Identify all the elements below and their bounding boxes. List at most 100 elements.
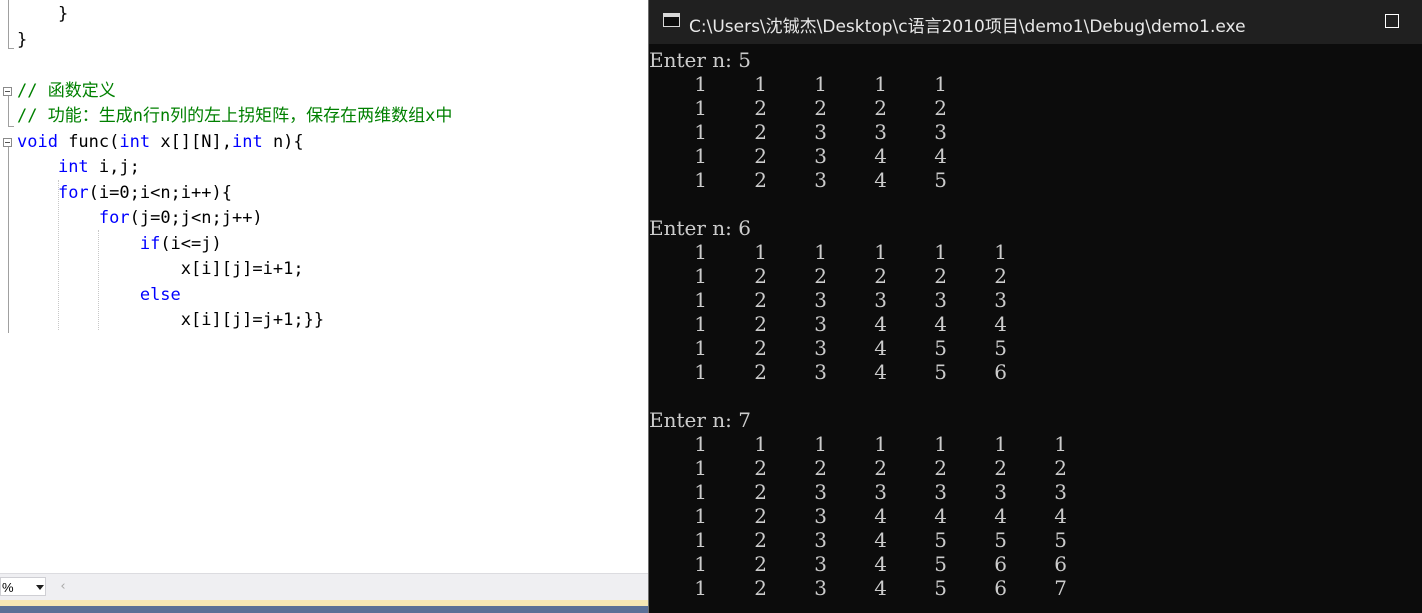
console-window[interactable]: C:\Users\沈铖杰\Desktop\c语言2010项目\demo1\Deb… <box>648 0 1422 613</box>
outline-end-tick <box>8 48 14 49</box>
matrix-cell: 6 <box>994 552 1007 576</box>
matrix-cell: 4 <box>874 312 887 336</box>
matrix-cell: 3 <box>814 336 827 360</box>
matrix-cell: 5 <box>934 576 947 600</box>
matrix-cell: 6 <box>1054 552 1067 576</box>
code-line[interactable]: // 功能：生成n行n列的左上拐矩阵，保存在两维数组x中 <box>17 104 452 129</box>
code-line[interactable]: } <box>17 28 27 53</box>
matrix-cell: 1 <box>694 96 707 120</box>
matrix-cell: 5 <box>934 360 947 384</box>
console-prompt-line: Enter n: 5 <box>649 48 751 72</box>
matrix-cell: 2 <box>934 264 947 288</box>
outline-end-tick <box>8 126 14 127</box>
matrix-cell: 4 <box>874 576 887 600</box>
matrix-cell: 1 <box>694 552 707 576</box>
matrix-cell: 4 <box>874 144 887 168</box>
matrix-cell: 2 <box>754 456 767 480</box>
matrix-cell: 2 <box>754 336 767 360</box>
matrix-cell: 3 <box>814 144 827 168</box>
code-line[interactable]: int i,j; <box>17 155 140 180</box>
code-line[interactable]: void func(int x[][N],int n){ <box>17 130 304 155</box>
matrix-cell: 1 <box>874 240 887 264</box>
code-comment: // 功能：生成n行n列的左上拐矩阵，保存在两维数组x中 <box>17 106 453 126</box>
matrix-cell: 1 <box>694 528 707 552</box>
matrix-cell: 3 <box>814 480 827 504</box>
matrix-cell: 5 <box>1054 528 1067 552</box>
matrix-cell: 1 <box>874 432 887 456</box>
matrix-cell: 4 <box>1054 504 1067 528</box>
matrix-cell: 2 <box>754 360 767 384</box>
zoom-dropdown[interactable]: % <box>0 577 46 596</box>
matrix-cell: 1 <box>694 504 707 528</box>
matrix-cell: 1 <box>694 120 707 144</box>
matrix-cell: 2 <box>874 264 887 288</box>
console-prompt-line: Enter n: 6 <box>649 216 751 240</box>
matrix-cell: 1 <box>694 432 707 456</box>
code-line[interactable]: else <box>17 283 181 308</box>
code-line[interactable]: for(i=0;i<n;i++){ <box>17 181 232 206</box>
matrix-cell: 3 <box>814 312 827 336</box>
code-text: } <box>57 4 69 24</box>
matrix-cell: 3 <box>814 576 827 600</box>
outline-line <box>8 147 9 333</box>
code-line[interactable]: x[i][j]=j+1;}} <box>17 308 324 333</box>
matrix-cell: 2 <box>754 168 767 192</box>
matrix-cell: 2 <box>754 480 767 504</box>
maximize-icon[interactable] <box>1385 14 1399 28</box>
matrix-cell: 1 <box>754 72 767 96</box>
matrix-cell: 3 <box>1054 480 1067 504</box>
code-line[interactable]: } <box>17 2 68 27</box>
collapse-icon[interactable] <box>3 138 12 147</box>
matrix-cell: 4 <box>994 504 1007 528</box>
console-title-bar[interactable]: C:\Users\沈铖杰\Desktop\c语言2010项目\demo1\Deb… <box>649 0 1422 44</box>
matrix-cell: 6 <box>994 360 1007 384</box>
matrix-cell: 3 <box>814 504 827 528</box>
code-line[interactable]: // 函数定义 <box>17 79 116 104</box>
chevron-down-icon[interactable] <box>36 585 44 590</box>
matrix-cell: 3 <box>814 120 827 144</box>
matrix-cell: 1 <box>994 432 1007 456</box>
code-line[interactable]: if(i<=j) <box>17 232 222 257</box>
matrix-cell: 4 <box>994 312 1007 336</box>
collapse-icon[interactable] <box>3 87 12 96</box>
code-keyword: for <box>98 208 130 228</box>
matrix-cell: 3 <box>874 288 887 312</box>
outline-line <box>8 0 9 48</box>
code-keyword: if <box>139 234 161 254</box>
matrix-cell: 2 <box>754 288 767 312</box>
code-keyword: int <box>57 157 89 177</box>
code-keyword: int <box>231 132 263 152</box>
matrix-cell: 4 <box>874 336 887 360</box>
console-prompt-line: Enter n: 7 <box>649 408 751 432</box>
matrix-cell: 5 <box>934 336 947 360</box>
code-text: (i<=j) <box>160 234 222 254</box>
matrix-cell: 2 <box>874 456 887 480</box>
matrix-cell: 2 <box>934 96 947 120</box>
console-title: C:\Users\沈铖杰\Desktop\c语言2010项目\demo1\Deb… <box>689 17 1246 37</box>
code-text: func( <box>57 132 120 152</box>
scroll-left-icon[interactable]: ‹ <box>56 578 70 596</box>
matrix-cell: 1 <box>694 168 707 192</box>
matrix-cell: 2 <box>814 456 827 480</box>
matrix-cell: 4 <box>874 360 887 384</box>
matrix-cell: 3 <box>994 480 1007 504</box>
code-comment: // 函数定义 <box>17 81 116 101</box>
console-window-icon <box>663 13 680 27</box>
matrix-cell: 3 <box>934 120 947 144</box>
matrix-cell: 3 <box>874 120 887 144</box>
matrix-cell: 3 <box>934 288 947 312</box>
matrix-cell: 2 <box>934 456 947 480</box>
matrix-cell: 1 <box>814 432 827 456</box>
matrix-cell: 2 <box>754 120 767 144</box>
code-line[interactable]: for(j=0;j<n;j++) <box>17 206 263 231</box>
matrix-cell: 1 <box>694 456 707 480</box>
matrix-cell: 1 <box>694 576 707 600</box>
outline-line <box>8 96 9 126</box>
matrix-cell: 1 <box>694 480 707 504</box>
code-keyword: else <box>139 285 181 305</box>
matrix-cell: 3 <box>814 528 827 552</box>
matrix-cell: 1 <box>694 144 707 168</box>
matrix-cell: 1 <box>694 312 707 336</box>
code-line[interactable]: x[i][j]=i+1; <box>17 257 304 282</box>
code-editor[interactable]: }} // 函数定义 // 功能：生成n行n列的左上拐矩阵，保存在两维数组x中 voi… <box>0 0 648 573</box>
